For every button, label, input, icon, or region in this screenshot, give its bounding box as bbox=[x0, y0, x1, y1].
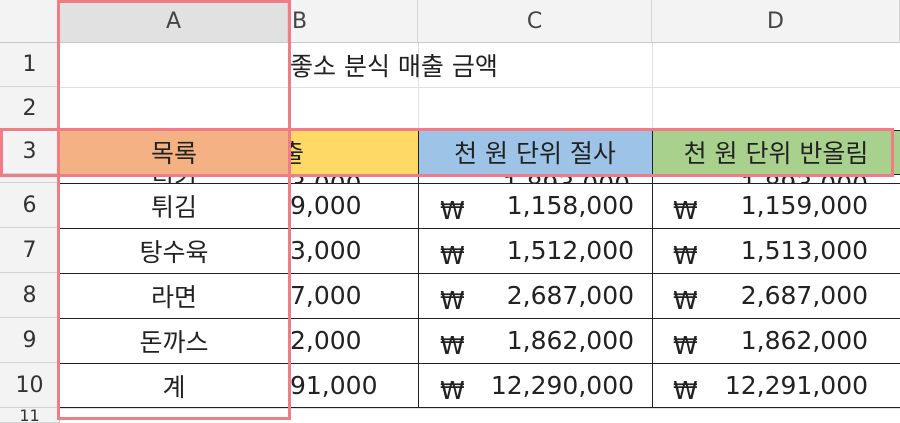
gridline bbox=[60, 408, 900, 409]
header-cell-item[interactable]: 목록 bbox=[60, 130, 288, 174]
item-cell[interactable]: 라면 bbox=[60, 273, 288, 318]
table-border bbox=[60, 183, 900, 184]
sales-cell[interactable]: 9,000 bbox=[288, 183, 418, 228]
sales-cell[interactable]: 3,000 bbox=[288, 228, 418, 273]
won-sign: ₩ bbox=[673, 376, 698, 405]
row5-round-cell[interactable]: 1,893,000 bbox=[652, 174, 900, 183]
item-cell[interactable]: 돈까스 bbox=[60, 318, 288, 363]
won-sign: ₩ bbox=[440, 331, 465, 360]
row5-trunc-cell[interactable]: 1,893,000 bbox=[418, 174, 652, 183]
row-header-6[interactable]: 6 bbox=[0, 183, 60, 228]
gridline bbox=[288, 43, 289, 130]
won-sign: ₩ bbox=[440, 286, 465, 315]
won-sign: ₩ bbox=[673, 286, 698, 315]
table-border bbox=[60, 130, 900, 131]
column-header-b[interactable]: B bbox=[288, 0, 418, 43]
row-header-1[interactable]: 1 bbox=[0, 43, 60, 87]
row-header-7[interactable]: 7 bbox=[0, 228, 60, 273]
table-border bbox=[60, 407, 900, 408]
row-header-8[interactable]: 8 bbox=[0, 273, 60, 318]
table-border bbox=[60, 228, 900, 229]
column-header-a[interactable]: A bbox=[60, 0, 288, 43]
table-border bbox=[60, 318, 900, 319]
won-sign: ₩ bbox=[673, 196, 698, 225]
row5-item-text: 튀김 bbox=[151, 174, 197, 183]
won-sign: ₩ bbox=[440, 241, 465, 270]
won-sign: ₩ bbox=[440, 196, 465, 225]
row5-round-text: 1,893,000 bbox=[741, 174, 868, 183]
row-header-9[interactable]: 9 bbox=[0, 318, 60, 363]
gridline bbox=[60, 87, 900, 88]
sales-cell[interactable]: 91,000 bbox=[288, 363, 418, 408]
won-sign: ₩ bbox=[673, 331, 698, 360]
column-header-c[interactable]: C bbox=[418, 0, 652, 43]
row-header-2[interactable]: 2 bbox=[0, 87, 60, 130]
header-cell-truncate[interactable]: 천 원 단위 절사 bbox=[418, 130, 652, 174]
table-border bbox=[60, 273, 900, 274]
won-sign: ₩ bbox=[673, 241, 698, 270]
header-sales-label: 매출 bbox=[288, 139, 305, 168]
column-header-d[interactable]: D bbox=[652, 0, 900, 43]
table-border bbox=[60, 363, 900, 364]
table-border bbox=[288, 130, 289, 408]
row5-trunc-text: 1,893,000 bbox=[503, 174, 630, 183]
won-sign: ₩ bbox=[440, 376, 465, 405]
item-cell[interactable]: 튀김 bbox=[60, 183, 288, 228]
table-border bbox=[418, 130, 419, 408]
row5-sales-text: 3,000 bbox=[290, 174, 362, 183]
sales-cell[interactable]: 2,000 bbox=[288, 318, 418, 363]
row5-item-cell[interactable]: 튀김 bbox=[60, 174, 288, 183]
row5-sales-cell[interactable]: 3,000 bbox=[288, 174, 418, 183]
select-all-corner[interactable] bbox=[0, 0, 60, 43]
table-border bbox=[60, 174, 900, 175]
item-cell[interactable]: 탕수육 bbox=[60, 228, 288, 273]
row-header-10[interactable]: 10 bbox=[0, 363, 60, 408]
sales-cell[interactable]: 7,000 bbox=[288, 273, 418, 318]
table-border bbox=[652, 130, 653, 408]
sheet-title[interactable]: 좋소 분식 매출 금액 bbox=[290, 43, 690, 87]
header-cell-sales[interactable]: 매출 bbox=[288, 130, 418, 174]
spreadsheet-grid: A B C D 1 2 3 6 7 8 9 10 11 좋소 분식 매출 금액 … bbox=[0, 0, 900, 423]
row-header-11[interactable]: 11 bbox=[0, 408, 60, 423]
row-header-5[interactable] bbox=[0, 174, 60, 183]
header-cell-round[interactable]: 천 원 단위 반올림 bbox=[652, 130, 900, 174]
item-cell[interactable]: 계 bbox=[60, 363, 288, 408]
row-header-3[interactable]: 3 bbox=[0, 130, 60, 174]
